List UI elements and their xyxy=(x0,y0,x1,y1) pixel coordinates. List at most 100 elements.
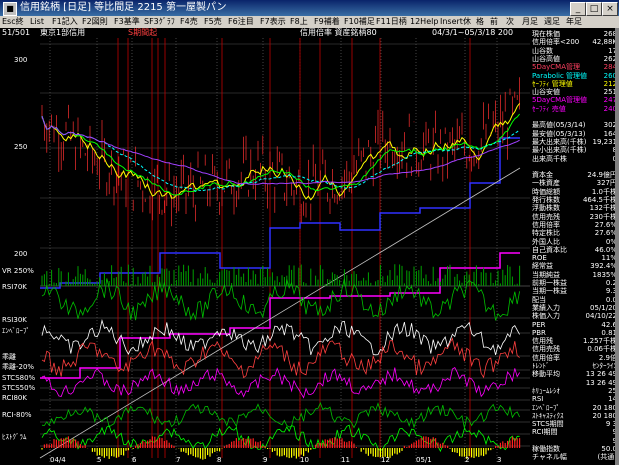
x-label-11: 11 xyxy=(341,456,350,464)
info-row: 自己資本比 46.0% xyxy=(532,246,617,254)
y-label-300: 300 xyxy=(14,56,28,64)
info-row-label: 業績入力 xyxy=(532,303,560,312)
info-row-label: 移動平均 xyxy=(532,370,560,379)
info-row-value: 05/1/20 xyxy=(590,303,617,312)
info-row: 業績入力 05/1/20 xyxy=(532,304,617,312)
info-row-value: 13 26 49 xyxy=(585,370,617,379)
info-row: 経常益 392.4% xyxy=(532,262,617,270)
app-icon[interactable]: ■ xyxy=(3,2,17,16)
info-row-value: 46.0% xyxy=(594,245,617,254)
info-row-value: 27.6% xyxy=(594,229,617,238)
info-row-label: 前期一株益 xyxy=(532,279,567,287)
info-row: 移動平均 13 26 49 xyxy=(532,370,617,378)
info-row: ﾄﾚﾝﾄﾞ ｾﾝﾀｰﾗｲﾝ xyxy=(532,362,617,370)
panel-label-rci80: RCI80K xyxy=(2,394,27,402)
info-row-label: 株価入力 xyxy=(532,312,560,321)
menu-item-f6[interactable]: F6注目 xyxy=(228,16,254,28)
menu-item-f7[interactable]: F7表示 xyxy=(260,16,286,28)
menu-item-sf3[interactable]: SF3ｸﾞﾗﾌ xyxy=(144,16,175,28)
menu-item-insert[interactable]: Insert休 xyxy=(440,16,471,28)
menu-item-prev[interactable]: 前 xyxy=(490,16,498,28)
menu-item-f1[interactable]: F1記入 xyxy=(52,16,78,28)
menu-item-monthly[interactable]: 月足 xyxy=(522,16,538,28)
info-row-label: Parabolic 管理値 xyxy=(532,71,588,80)
panel-label-vr: VR 250% xyxy=(2,267,34,275)
menu-item-f2[interactable]: F2図則 xyxy=(82,16,108,28)
info-row-label: 当期一株益 xyxy=(532,287,567,296)
info-row-label: ｾｰﾌﾃｨ 売値 xyxy=(532,104,566,113)
menu-item-weekly[interactable]: 週足 xyxy=(544,16,560,28)
menu-item-f5[interactable]: F5売 xyxy=(204,16,222,28)
info-row-label: 配当 xyxy=(532,295,546,304)
x-label-6: 6 xyxy=(132,456,137,464)
menu-item-f9[interactable]: F9補着 xyxy=(314,16,340,28)
info-row: 外国人比 0% xyxy=(532,238,617,246)
menu-item-f4[interactable]: F4売 xyxy=(180,16,198,28)
info-row: Parabolic 管理値 260 xyxy=(532,72,617,80)
info-row-label: 自己資本比 xyxy=(532,245,567,254)
info-bar: 51/501 東京1部信用 S期間起 信用倍率 資産銘柄80 04/3/1~05… xyxy=(0,28,530,38)
info-row: 配当 0.0 xyxy=(532,296,617,304)
stock-chart[interactable] xyxy=(0,38,530,465)
menu-item-f11[interactable]: F11日柄 xyxy=(376,16,407,28)
menu-item-f10[interactable]: F10補足 xyxy=(344,16,375,28)
scrollbar[interactable] xyxy=(615,28,619,465)
info-row: 稼働指数 50.0 xyxy=(532,445,617,453)
info-row-label: 最小出来高(千株) xyxy=(532,146,587,155)
info-row: 時価総額 1.0千株 xyxy=(532,188,617,196)
title-bar: ■ 信用銘柄 [日足] 等比間足 2215 第一屋製パン _ □ × xyxy=(0,0,619,16)
menu-item-kaku[interactable]: 格 xyxy=(476,16,484,28)
menu-bar: Esc終 List F1記入 F2図則 F3基準 SF3ｸﾞﾗﾌ F4売 F5売… xyxy=(0,16,619,28)
x-label-05-1: 05/1 xyxy=(416,456,432,464)
menu-item-yearly[interactable]: 年足 xyxy=(566,16,582,28)
info-row: ﾎﾘｭｰﾑﾚｼｵ 25 xyxy=(532,387,617,395)
x-label-12: 12 xyxy=(381,456,390,464)
info-row: 最安値(05/3/13) 164 xyxy=(532,130,617,138)
stock-count: 51/501 xyxy=(2,28,31,37)
x-label-7: 7 xyxy=(176,456,181,464)
info-row: 信用倍率 2.9倍 xyxy=(532,354,617,362)
info-row-value: 1835% xyxy=(592,270,617,279)
info-row: 5DayCMA管理 284 xyxy=(532,63,617,71)
x-label-04-4: 04/4 xyxy=(50,456,66,464)
minimize-button[interactable]: _ xyxy=(570,2,586,16)
menu-item-f3[interactable]: F3基準 xyxy=(114,16,140,28)
info-row-label: 信用倍率<200 xyxy=(532,38,580,47)
menu-item-f8[interactable]: F8上 xyxy=(290,16,308,28)
info-row-label: 信用売残 xyxy=(532,345,560,354)
info-row: ROE 11% xyxy=(532,254,617,262)
menu-item-next[interactable]: 次 xyxy=(506,16,514,28)
panel-label-rci-80: RCI-80% xyxy=(2,411,32,419)
info-row-label: RSI xyxy=(532,395,544,404)
info-row-label: 信用売残 xyxy=(532,212,560,221)
info-row: 最大出来高(千株) 19,231 xyxy=(532,138,617,146)
info-row-label: 経常益 xyxy=(532,262,553,271)
x-label-3: 3 xyxy=(497,456,502,464)
info-row: 当期一株益 9.3 xyxy=(532,287,617,295)
info-row-value: 13 26 49 xyxy=(585,378,617,387)
panel-label-deviation20: 乖離-20% xyxy=(2,363,35,371)
x-label-9: 9 xyxy=(263,456,268,464)
menu-item-esc[interactable]: Esc終 xyxy=(2,16,24,28)
maximize-button[interactable]: □ xyxy=(586,2,602,16)
market-label: S期間起 xyxy=(128,28,158,37)
info-row-value: 327円 xyxy=(596,179,617,188)
info-row: PBR 0.81 xyxy=(532,329,617,337)
panel-label-stcs80: STCS80% xyxy=(2,374,36,382)
info-row-label: ﾄﾚﾝﾄﾞ xyxy=(532,362,550,370)
info-row: 13 26 49 xyxy=(532,379,617,387)
menu-item-list[interactable]: List xyxy=(30,16,44,28)
info-row-value: ｾﾝﾀｰﾗｲﾝ xyxy=(592,362,618,370)
info-row-label: ROE xyxy=(532,254,547,263)
info-row: 現在株価 268 xyxy=(532,30,617,38)
info-row-label: チャネル幅 xyxy=(532,453,567,462)
menu-item-help[interactable]: 12Help xyxy=(410,16,438,28)
info-row-value: 230千株 xyxy=(589,212,617,221)
info-row-value: 1.257千株 xyxy=(582,337,617,346)
info-row-label: 時価総額 xyxy=(532,187,560,196)
x-label-10: 10 xyxy=(300,456,309,464)
info-row: RCI期間9 xyxy=(532,428,617,436)
info-row-label: 山谷数 xyxy=(532,46,553,55)
close-button[interactable]: × xyxy=(602,2,618,16)
info-row-label: 信用倍率 xyxy=(532,220,560,229)
